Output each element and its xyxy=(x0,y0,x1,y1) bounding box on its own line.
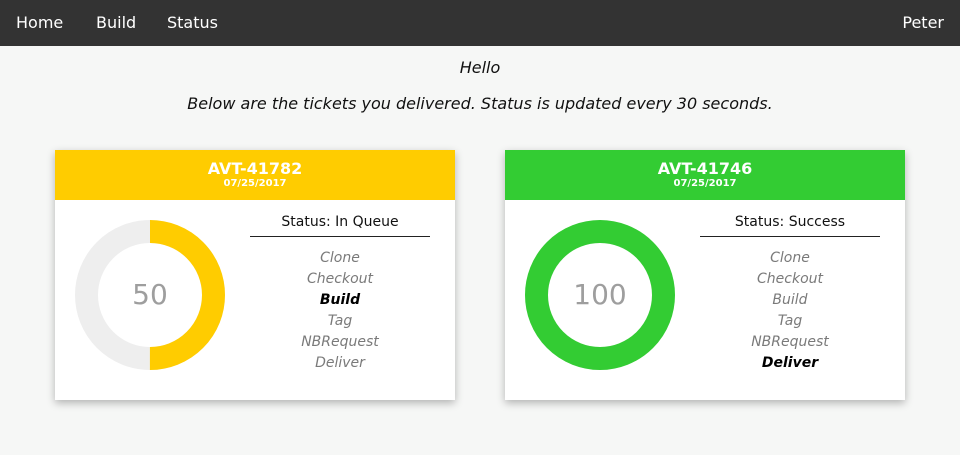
pipeline-step: NBRequest xyxy=(751,334,829,350)
ticket-card: AVT-41782 07/25/2017 50 Status: In Queue… xyxy=(55,150,455,400)
ticket-date: 07/25/2017 xyxy=(673,178,737,189)
progress-donut: 50 xyxy=(75,220,225,370)
ticket-card-header: AVT-41746 07/25/2017 xyxy=(505,150,905,200)
pipeline-step: Deliver xyxy=(315,355,365,371)
pipeline-step: Build xyxy=(319,292,361,308)
pipeline-step: NBRequest xyxy=(301,334,379,350)
pipeline-step: Checkout xyxy=(307,271,373,287)
ticket-card-header: AVT-41782 07/25/2017 xyxy=(55,150,455,200)
pipeline-steps: Clone Checkout Build Tag NBRequest Deliv… xyxy=(250,248,430,374)
ticket-date: 07/25/2017 xyxy=(223,178,287,189)
pipeline-step: Tag xyxy=(327,313,353,329)
greeting-text: Hello xyxy=(459,58,501,77)
progress-value: 100 xyxy=(573,278,627,311)
progress-value: 50 xyxy=(132,278,168,311)
ticket-id: AVT-41782 xyxy=(207,159,303,178)
ticket-status: Status: In Queue xyxy=(250,214,430,237)
user-menu[interactable]: Peter xyxy=(902,0,944,46)
ticket-status-block: Status: Success Clone Checkout Build Tag… xyxy=(700,214,880,374)
nav-build-link[interactable]: Build xyxy=(96,0,136,46)
pipeline-steps: Clone Checkout Build Tag NBRequest Deliv… xyxy=(700,248,880,374)
pipeline-step: Tag xyxy=(777,313,803,329)
pipeline-step: Checkout xyxy=(757,271,823,287)
top-navbar: Home Build Status Peter xyxy=(0,0,960,46)
page-subtitle: Below are the tickets you delivered. Sta… xyxy=(187,94,773,113)
ticket-card: AVT-41746 07/25/2017 100 Status: Success… xyxy=(505,150,905,400)
pipeline-step: Build xyxy=(772,292,808,308)
nav-status-link[interactable]: Status xyxy=(167,0,218,46)
nav-home-link[interactable]: Home xyxy=(16,0,63,46)
ticket-status-block: Status: In Queue Clone Checkout Build Ta… xyxy=(250,214,430,374)
pipeline-step: Clone xyxy=(320,250,360,266)
pipeline-step: Deliver xyxy=(761,355,819,371)
ticket-id: AVT-41746 xyxy=(657,159,753,178)
progress-donut: 100 xyxy=(525,220,675,370)
ticket-status: Status: Success xyxy=(700,214,880,237)
pipeline-step: Clone xyxy=(770,250,810,266)
